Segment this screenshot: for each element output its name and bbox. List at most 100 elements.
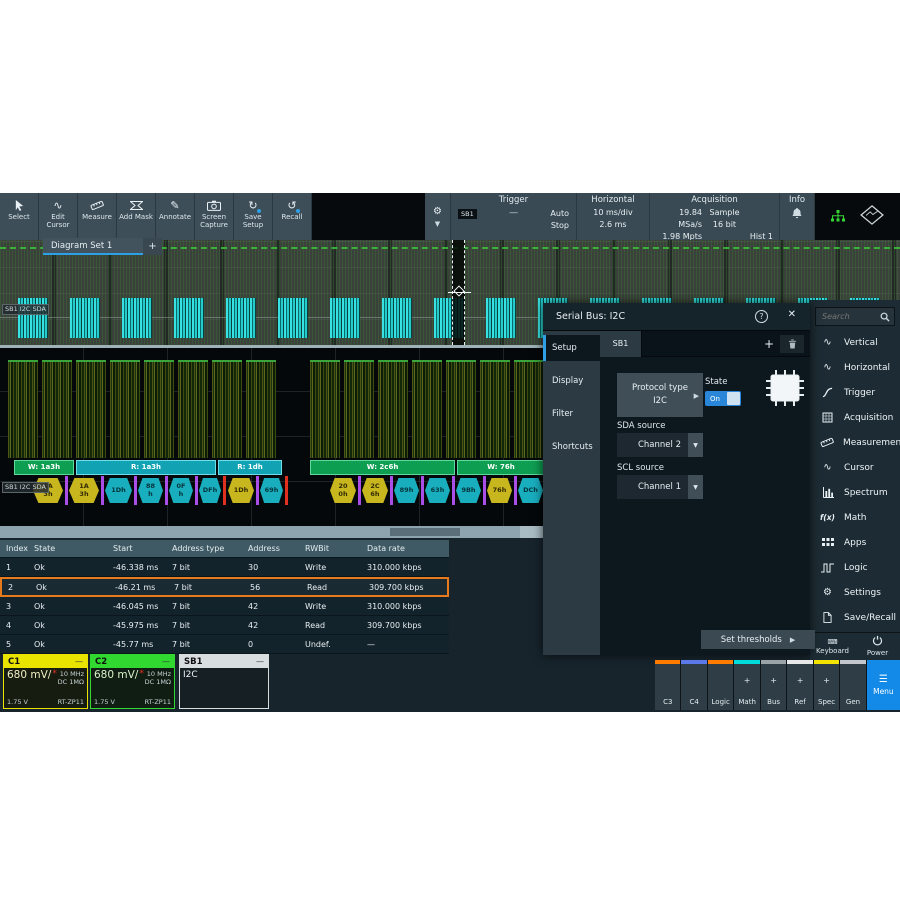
add-icon: + [734,676,759,685]
acquisition-status-panel[interactable]: Acquisition 19.84 MSa/s 1.98 Mpts Sample… [650,193,780,240]
select-button[interactable]: Select [0,193,39,240]
trigger-mode: Auto [550,208,569,220]
table-row[interactable]: 2Ok-46.21 ms7 bit56Read309.700 kbps [0,577,449,597]
channel-badge-c2[interactable]: C2 — 680 mV/ * 10 MHzDC 1MΩ 1.75 V RT-ZP… [90,654,175,709]
trigger-slope-symbol: — [509,208,518,218]
analog-burst [178,360,208,458]
table-row[interactable]: 1Ok-46.338 ms7 bit30Write310.000 kbps [0,558,449,577]
sidebar-item-save-recall[interactable]: Save/Recall [810,605,900,630]
analog-burst [514,360,544,458]
channel-badge-c1[interactable]: C1 — 680 mV/ * 10 MHzDC 1MΩ 1.75 V RT-ZP… [3,654,88,709]
zoom-waveform-window[interactable]: W: 1a3hR: 1a3hR: 1dhW: 2c6hW: 76h 1A3h1A… [0,348,546,526]
sidebar-item-cursor[interactable]: ∿Cursor [810,455,900,480]
recall-button[interactable]: ↺Recall [273,193,312,240]
minimize-icon[interactable]: — [256,657,264,666]
set-thresholds-button[interactable]: Set thresholds ▶ [701,630,815,649]
table-cell: 0 [242,640,299,649]
dialog-tab-filter[interactable]: Filter [543,401,600,427]
sidebar-item-math[interactable]: f(x)Math [810,505,900,530]
badge-id: SB1 [184,657,203,667]
app-tile-spec[interactable]: +Spec [814,660,839,710]
dialog-tab-display[interactable]: Display [543,368,600,394]
keyboard-button[interactable]: ⌨ Keyboard [810,633,855,659]
edit-cursor-button[interactable]: ∿Edit Cursor [39,193,78,240]
annotate-button[interactable]: ✎Annotate [156,193,195,240]
sidebar-item-spectrum[interactable]: Spectrum [810,480,900,505]
network-status-icon [831,207,845,226]
table-row[interactable]: 3Ok-46.045 ms7 bit42Write310.000 kbps [0,597,449,616]
decode-token-data: 89h [394,478,419,503]
menu-button[interactable]: ☰Menu [867,660,900,710]
close-icon[interactable]: ✕ [788,309,796,320]
minimize-icon[interactable]: — [75,657,83,666]
trigger-position-marker[interactable] [452,240,465,345]
tab-sb1[interactable]: SB1 [600,331,642,357]
app-tile-ref[interactable]: +Ref [787,660,812,710]
app-tile-c4[interactable]: C4 [681,660,706,710]
app-tile-gen[interactable]: Gen [840,660,865,710]
sidebar-item-vertical[interactable]: ∿Vertical [810,330,900,355]
table-cell: 2 [2,583,30,592]
notification-bell-icon[interactable] [792,208,802,221]
waveform-scrollbar[interactable] [0,526,546,538]
trigger-status-panel[interactable]: Trigger SB1 — Auto Stop [451,193,577,240]
add-mask-button[interactable]: Add Mask [117,193,156,240]
dialog-tab-shortcuts[interactable]: Shortcuts [543,434,600,460]
app-tile-c3[interactable]: C3 [655,660,680,710]
info-panel[interactable]: Info [780,193,815,240]
bus-state-toggle[interactable]: On [705,391,741,406]
table-row[interactable]: 4Ok-45.975 ms7 bit42Read309.700 kbps [0,616,449,635]
sidebar-item-acquisition[interactable]: Acquisition [810,405,900,430]
app-tile-bus[interactable]: +Bus [761,660,786,710]
power-button[interactable]: Power [855,633,900,659]
add-bus-button[interactable]: + [758,337,780,351]
table-row[interactable]: 5Ok-45.77 ms7 bit0Undef.— [0,635,449,654]
tab-diagram-set-1[interactable]: Diagram Set 1 [43,238,143,255]
screen-capture-button[interactable]: Screen Capture [195,193,234,240]
scrollbar-handle[interactable] [390,528,460,536]
sample-rate: 19.84 MSa/s [656,207,702,231]
horizontal-status-panel[interactable]: Horizontal 10 ms/div 2.6 ms [577,193,650,240]
sidebar-item-logic[interactable]: Logic [810,555,900,580]
offset-value: 1.75 V [94,698,115,706]
toolbar-options-button[interactable]: ⚙ ▼ [425,193,451,240]
add-diagram-tab-button[interactable]: + [143,238,162,255]
channel-badge-sb1[interactable]: SB1 — I2C [179,654,269,709]
delete-bus-button[interactable] [780,335,804,353]
offset-value: 1.75 V [7,698,28,706]
sidebar-item-horizontal[interactable]: ∿Horizontal [810,355,900,380]
sidebar-bottom-row: ⌨ Keyboard Power [810,632,900,659]
table-cell: 42 [242,621,299,630]
table-cell: -45.77 ms [107,640,166,649]
measure-button[interactable]: Measure [78,193,117,240]
minimize-icon[interactable]: — [162,657,170,666]
sidebar-item-trigger[interactable]: Trigger [810,380,900,405]
token-separator [256,476,259,505]
app-tile-logic[interactable]: Logic [708,660,733,710]
dialog-tab-setup[interactable]: Setup [543,335,600,361]
trigger-source-badge: SB1 [458,209,477,219]
table-cell: -45.975 ms [107,621,166,630]
save-setup-button[interactable]: ↻Save Setup [234,193,273,240]
decode-frame-w-1a3h: W: 1a3h [14,460,74,475]
protocol-type-button[interactable]: Protocol type I2C ▶ [617,373,703,417]
table-cell: -46.338 ms [107,563,166,572]
sidebar-item-measurement[interactable]: Measurement [810,430,900,455]
sidebar-item-settings[interactable]: ⚙Settings [810,580,900,605]
search-input[interactable] [820,311,880,322]
decode-token-data: 63h [425,478,450,503]
bus-burst [122,298,152,338]
search-icon [880,307,890,326]
sda-source-dropdown[interactable]: Channel 2 ▼ [617,433,703,457]
table-cell: 7 bit [168,583,244,592]
sidebar-item-apps[interactable]: Apps [810,530,900,555]
table-cell: Write [299,602,361,611]
help-icon[interactable]: ? [755,310,768,323]
frame-end-marker [285,476,288,505]
menu-search-field[interactable] [815,307,895,326]
app-tile-math[interactable]: +Math [734,660,759,710]
analog-burst [480,360,510,458]
save-recall-icon [820,612,835,623]
scl-source-dropdown[interactable]: Channel 1 ▼ [617,475,703,499]
measure-icon [90,198,104,212]
